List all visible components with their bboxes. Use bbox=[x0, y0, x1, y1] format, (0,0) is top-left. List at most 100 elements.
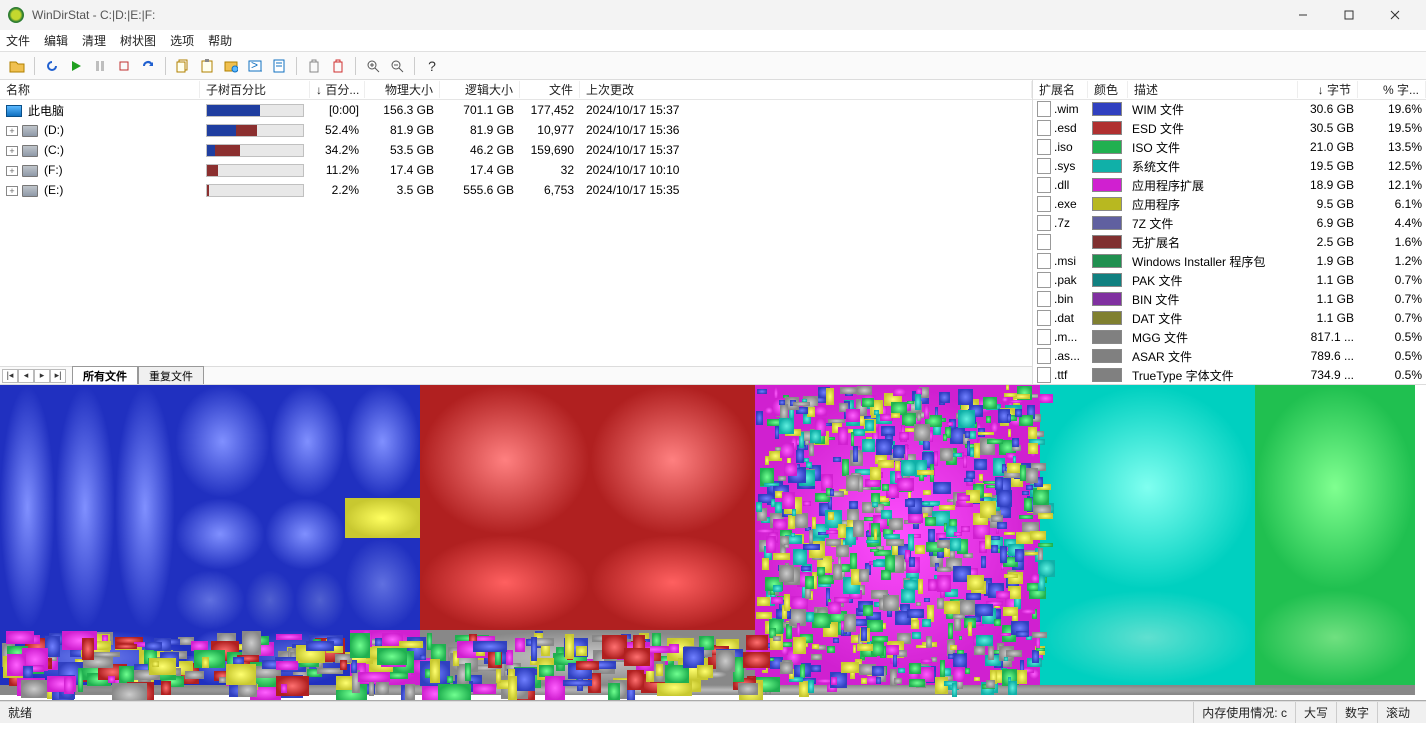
treemap-block[interactable] bbox=[853, 645, 857, 654]
pause-icon[interactable] bbox=[89, 55, 111, 77]
treemap-block[interactable] bbox=[979, 474, 983, 481]
ext-row[interactable]: .msiWindows Installer 程序包1.9 GB1.2% bbox=[1033, 252, 1426, 271]
expand-icon[interactable]: + bbox=[6, 186, 18, 196]
treemap-block[interactable] bbox=[944, 601, 961, 614]
treemap-block[interactable] bbox=[797, 623, 800, 637]
treemap-block[interactable] bbox=[351, 660, 357, 673]
treemap-block[interactable] bbox=[915, 545, 925, 554]
treemap-block[interactable] bbox=[961, 526, 970, 532]
treemap-block[interactable] bbox=[64, 676, 73, 694]
treemap-block[interactable] bbox=[1040, 385, 1255, 590]
treemap-block[interactable] bbox=[891, 413, 900, 419]
treemap-block[interactable] bbox=[1017, 670, 1027, 684]
treemap-block[interactable] bbox=[870, 549, 879, 552]
treemap-block[interactable] bbox=[757, 597, 769, 606]
treemap-block[interactable] bbox=[978, 432, 994, 436]
treemap-block[interactable] bbox=[793, 637, 807, 654]
treemap-block[interactable] bbox=[766, 536, 776, 553]
treemap-block[interactable] bbox=[844, 614, 856, 632]
treemap-block[interactable] bbox=[345, 385, 420, 498]
expand-icon[interactable]: + bbox=[6, 146, 18, 156]
treemap-block[interactable] bbox=[853, 446, 858, 462]
treemap-block[interactable] bbox=[842, 459, 848, 475]
treemap-block[interactable] bbox=[901, 460, 916, 475]
treemap-block[interactable] bbox=[893, 388, 907, 396]
treemap-block[interactable] bbox=[563, 680, 591, 686]
treemap-block[interactable] bbox=[817, 567, 825, 577]
treemap-block[interactable] bbox=[865, 479, 881, 486]
treemap-block[interactable] bbox=[937, 567, 950, 572]
treemap-block[interactable] bbox=[833, 457, 842, 462]
treemap-block[interactable] bbox=[828, 419, 845, 422]
treemap-block[interactable] bbox=[889, 518, 903, 530]
treemap-block[interactable] bbox=[976, 635, 993, 647]
treemap-block[interactable] bbox=[974, 443, 980, 458]
treemap-block[interactable] bbox=[833, 638, 838, 644]
treemap-block[interactable] bbox=[953, 653, 967, 667]
treemap-block[interactable] bbox=[862, 398, 874, 406]
treemap-block[interactable] bbox=[340, 660, 347, 670]
treemap-block[interactable] bbox=[803, 501, 811, 506]
treemap-block[interactable] bbox=[925, 517, 936, 526]
explorer-icon[interactable] bbox=[220, 55, 242, 77]
treemap-block[interactable] bbox=[1007, 414, 1011, 422]
treemap-block[interactable] bbox=[826, 388, 834, 405]
treemap-block[interactable] bbox=[841, 662, 859, 674]
tab-next-icon[interactable]: ▸ bbox=[34, 369, 50, 383]
treemap-block[interactable] bbox=[1030, 531, 1045, 540]
treemap-block[interactable] bbox=[175, 570, 245, 630]
treemap-block[interactable] bbox=[590, 385, 755, 535]
treemap-block[interactable] bbox=[1019, 515, 1034, 519]
treemap-block[interactable] bbox=[161, 681, 171, 694]
treemap-block[interactable] bbox=[793, 402, 809, 406]
treemap-block[interactable] bbox=[957, 495, 970, 501]
refresh2-icon[interactable] bbox=[137, 55, 159, 77]
treemap-block[interactable] bbox=[276, 661, 299, 671]
treemap-block[interactable] bbox=[377, 648, 407, 665]
tree-rows[interactable]: 此电脑[0:00]156.3 GB701.1 GB177,4522024/10/… bbox=[0, 100, 1032, 200]
treemap-block[interactable] bbox=[780, 662, 793, 674]
treemap-block[interactable] bbox=[851, 432, 855, 447]
tab-prev-icon[interactable]: ◂ bbox=[18, 369, 34, 383]
treemap-block[interactable] bbox=[242, 631, 262, 655]
ext-row[interactable]: .datDAT 文件1.1 GB0.7% bbox=[1033, 309, 1426, 328]
treemap-block[interactable] bbox=[771, 499, 775, 507]
treemap-block[interactable] bbox=[861, 627, 867, 641]
treemap-block[interactable] bbox=[784, 594, 791, 610]
treemap-block[interactable] bbox=[872, 666, 883, 676]
treemap-block[interactable] bbox=[6, 631, 33, 644]
treemap-block[interactable] bbox=[933, 482, 951, 494]
treemap-block[interactable] bbox=[765, 407, 773, 414]
treemap-block[interactable] bbox=[1255, 385, 1415, 590]
ext-row[interactable]: .m...MGG 文件817.1 ...0.5% bbox=[1033, 328, 1426, 347]
treemap-block[interactable] bbox=[1032, 632, 1047, 637]
stop-icon[interactable] bbox=[113, 55, 135, 77]
treemap-block[interactable] bbox=[965, 431, 970, 439]
menu-edit[interactable]: 编辑 bbox=[44, 32, 68, 49]
treemap-block[interactable] bbox=[1033, 488, 1049, 505]
treemap-block[interactable] bbox=[420, 385, 590, 535]
menu-help[interactable]: 帮助 bbox=[208, 32, 232, 49]
treemap-block[interactable] bbox=[270, 385, 345, 498]
treemap-block[interactable] bbox=[826, 530, 838, 534]
treemap-block[interactable] bbox=[810, 430, 821, 443]
refresh-icon[interactable] bbox=[41, 55, 63, 77]
treemap-block[interactable] bbox=[957, 650, 964, 654]
maximize-button[interactable] bbox=[1326, 0, 1372, 30]
treemap-block[interactable] bbox=[969, 431, 976, 439]
treemap-block[interactable] bbox=[858, 476, 863, 493]
treemap-block[interactable] bbox=[1255, 590, 1415, 685]
treemap[interactable] bbox=[0, 385, 1426, 701]
treemap-block[interactable] bbox=[779, 565, 794, 582]
copy-icon[interactable] bbox=[172, 55, 194, 77]
treemap-block[interactable] bbox=[1024, 498, 1033, 511]
treemap-block[interactable] bbox=[912, 632, 921, 639]
close-button[interactable] bbox=[1372, 0, 1418, 30]
treemap-block[interactable] bbox=[873, 560, 885, 567]
treemap-block[interactable] bbox=[108, 676, 115, 683]
treemap-block[interactable] bbox=[994, 619, 1001, 626]
treemap-block[interactable] bbox=[974, 646, 986, 655]
treemap-block[interactable] bbox=[775, 447, 781, 451]
treemap-block[interactable] bbox=[967, 441, 970, 457]
treemap-block[interactable] bbox=[814, 406, 827, 417]
